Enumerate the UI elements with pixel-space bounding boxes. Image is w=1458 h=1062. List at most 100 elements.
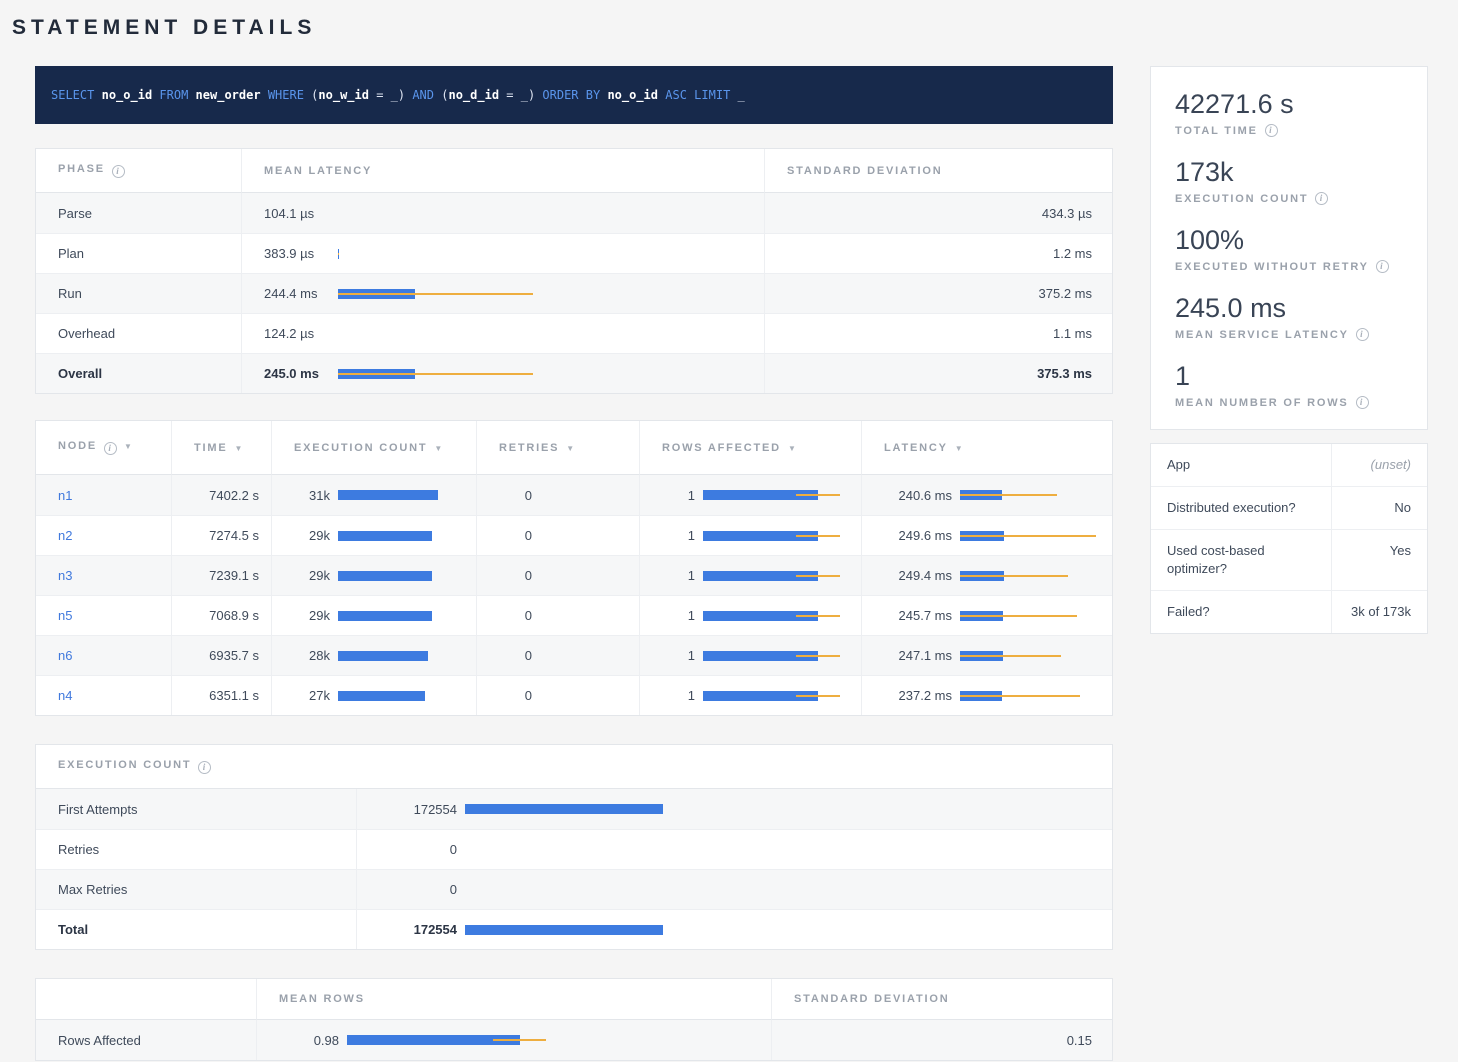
latency-value: 249.6 ms: [872, 528, 952, 543]
rows-affected-value: 1: [650, 648, 695, 663]
info-icon[interactable]: i: [1265, 124, 1278, 137]
latency-cell: 245.7 ms: [861, 595, 1112, 635]
bar-chart: [703, 528, 861, 544]
phase-row: Parse104.1 µs434.3 µs: [36, 193, 1112, 233]
bar-chart: [540, 487, 639, 503]
sql-text: [261, 88, 268, 102]
execution-count-cell: 29k: [271, 555, 476, 595]
mean-latency-value: 245.0 ms: [264, 366, 338, 381]
details-value: (unset): [1331, 444, 1427, 486]
summary-label-text: MEAN NUMBER OF ROWS: [1175, 397, 1349, 409]
node-link[interactable]: n1: [58, 488, 72, 503]
retries-column-header[interactable]: RETRIES▼: [476, 421, 639, 475]
rows-affected-content: 1: [640, 636, 861, 675]
info-icon[interactable]: i: [1376, 260, 1389, 273]
node-link[interactable]: n5: [58, 608, 72, 623]
bar-mean: [338, 691, 425, 701]
bar-chart: [338, 286, 764, 302]
sql-text: (: [434, 88, 448, 102]
info-icon[interactable]: i: [104, 442, 117, 455]
mean-rows-column-header: MEAN ROWS: [256, 979, 771, 1020]
info-icon[interactable]: i: [198, 761, 211, 774]
mean-latency-content: 104.1 µs: [242, 193, 764, 233]
latency-header-label: LATENCY: [884, 442, 948, 454]
sql-text: [188, 88, 195, 102]
summary-value: 42271.6 s: [1175, 87, 1403, 121]
details-label: Failed?: [1151, 591, 1331, 633]
exec-count-value: 172554: [367, 922, 457, 937]
time-cell: 7274.5 s: [171, 515, 271, 555]
retries-content: 0: [477, 516, 639, 555]
execution-count-content: 29k: [272, 596, 476, 635]
latency-content: 245.7 ms: [862, 596, 1112, 635]
time-column-header[interactable]: TIME▼: [171, 421, 271, 475]
execution-count-cell: 31k: [271, 475, 476, 515]
node-link[interactable]: n3: [58, 568, 72, 583]
phase-name-cell: Overall: [36, 353, 241, 393]
execution-count-content: 29k: [272, 556, 476, 595]
rows-affected-column-header[interactable]: ROWS AFFECTED▼: [639, 421, 861, 475]
exec-value-cell: 172554: [356, 909, 1112, 949]
info-icon[interactable]: i: [1356, 396, 1369, 409]
info-icon[interactable]: i: [1315, 192, 1328, 205]
summary-value: 173k: [1175, 155, 1403, 189]
mean-rows-content: 0.98: [257, 1020, 771, 1060]
bar-mean: [338, 651, 428, 661]
node-link[interactable]: n4: [58, 688, 72, 703]
details-label: Used cost-based optimizer?: [1151, 530, 1331, 590]
rows-affected-value: 1: [650, 528, 695, 543]
summary-label-text: EXECUTION COUNT: [1175, 193, 1308, 205]
retries-content: 0: [477, 596, 639, 635]
execution-count-value: 28k: [282, 648, 330, 663]
latency-value: 240.6 ms: [872, 488, 952, 503]
stdev-cell: 1.2 ms: [764, 233, 1112, 273]
details-list: App(unset)Distributed execution?NoUsed c…: [1151, 444, 1427, 633]
page-title: STATEMENT DETAILS: [10, 10, 1428, 40]
execution-count-column-header[interactable]: EXECUTION COUNT▼: [271, 421, 476, 475]
info-icon[interactable]: i: [112, 165, 125, 178]
bar-chart: [703, 648, 861, 664]
latency-cell: 247.1 ms: [861, 635, 1112, 675]
execution-count-content: 31k: [272, 475, 476, 515]
summary-value: 1: [1175, 359, 1403, 393]
bar-chart: [338, 608, 476, 624]
exec-label-cell: Total: [36, 909, 356, 949]
sql-text: = _): [499, 88, 542, 102]
mean-latency-value: 124.2 µs: [264, 326, 338, 341]
side-column: 42271.6 s TOTAL TIMEi 173k EXECUTION COUNT i…: [1150, 66, 1428, 634]
execution-count-value: 31k: [282, 488, 330, 503]
rows-affected-header-row: MEAN ROWS STANDARD DEVIATION: [36, 979, 1112, 1020]
bar-chart: [960, 648, 1112, 664]
summary-label: TOTAL TIMEi: [1175, 124, 1403, 137]
stdev-cell: 434.3 µs: [764, 193, 1112, 233]
info-icon[interactable]: i: [1356, 328, 1369, 341]
mean-latency-content: 244.4 ms: [242, 274, 764, 313]
sql-identifier: no_w_id: [318, 88, 369, 102]
rows-affected-content: 1: [640, 596, 861, 635]
summary-value: 100%: [1175, 223, 1403, 257]
bar-chart: [338, 326, 764, 342]
latency-column-header[interactable]: LATENCY▼: [861, 421, 1112, 475]
mean-latency-content: 124.2 µs: [242, 314, 764, 353]
summary-item: 100%EXECUTED WITHOUT RETRYi: [1175, 223, 1403, 273]
time-header-label: TIME: [194, 442, 227, 454]
exec-row: Retries0: [36, 829, 1112, 869]
sql-identifier: no_d_id: [448, 88, 499, 102]
main-column: SELECT no_o_id FROM new_order WHERE (no_…: [35, 66, 1113, 1061]
mean-latency-value: 244.4 ms: [264, 286, 338, 301]
exec-value-cell: 0: [356, 869, 1112, 909]
node-header-row: NODEi▼ TIME▼ EXECUTION COUNT▼ RETRIES▼ R…: [36, 421, 1112, 475]
node-column-header[interactable]: NODEi▼: [36, 421, 171, 475]
execution-count-value: 29k: [282, 608, 330, 623]
bar-stdev: [960, 695, 1080, 697]
node-link[interactable]: n6: [58, 648, 72, 663]
retries-value: 0: [487, 648, 532, 663]
bar-stdev: [960, 615, 1077, 617]
node-link[interactable]: n2: [58, 528, 72, 543]
execution-count-table-header: EXECUTION COUNTi: [36, 745, 1112, 789]
exec-count-value: 0: [367, 842, 457, 857]
bar-stdev: [796, 535, 840, 537]
bar-chart: [703, 608, 861, 624]
summary-label-text: MEAN SERVICE LATENCY: [1175, 329, 1349, 341]
exec-value-content: 0: [357, 870, 1112, 909]
